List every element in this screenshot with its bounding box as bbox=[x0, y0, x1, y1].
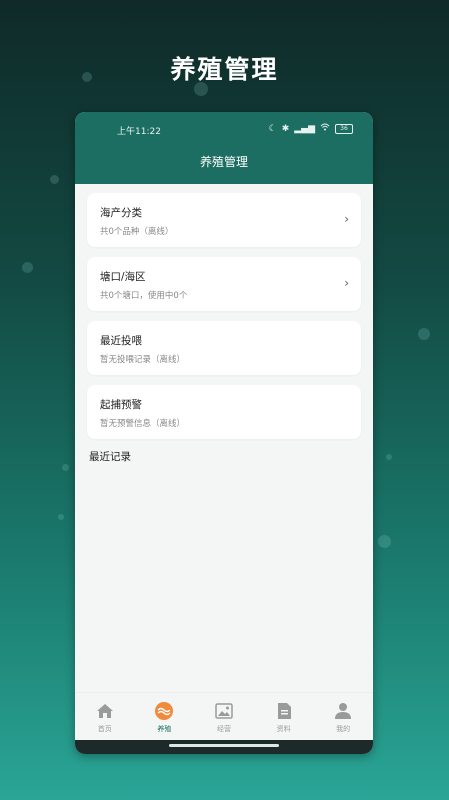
decor-bubble bbox=[22, 262, 33, 273]
page-title: 养殖管理 bbox=[199, 155, 248, 169]
card-harvest-warning[interactable]: 起捕预警 暂无预警信息（离线） bbox=[87, 385, 361, 439]
signal-icon: ▂▄▆ bbox=[294, 123, 315, 134]
tab-materials[interactable]: 资料 bbox=[254, 693, 314, 741]
card-subtitle: 共0个塘口，使用中0个 bbox=[100, 291, 188, 301]
decor-bubble bbox=[62, 464, 69, 471]
card-title: 海产分类 bbox=[100, 207, 142, 219]
document-icon bbox=[274, 701, 294, 721]
gesture-bar bbox=[75, 740, 373, 754]
bottom-tab-bar: 首页 养殖 经营 资料 我的 bbox=[75, 692, 373, 741]
image-icon bbox=[214, 701, 234, 721]
chevron-right-icon: › bbox=[344, 276, 349, 290]
card-subtitle: 共0个品种（离线） bbox=[100, 227, 174, 237]
status-bar: 上午11:22 ☾ ✱ ▂▄▆ 36 bbox=[75, 122, 373, 138]
bluetooth-icon: ✱ bbox=[281, 123, 290, 134]
card-pond-area[interactable]: 塘口/海区 共0个塘口，使用中0个 › bbox=[87, 257, 361, 311]
tab-business[interactable]: 经营 bbox=[194, 693, 254, 741]
profile-icon bbox=[333, 701, 353, 721]
decor-bubble bbox=[378, 535, 391, 548]
phone-frame: 上午11:22 ☾ ✱ ▂▄▆ 36 养殖管理 海产分类 共0个品种（离线） ›… bbox=[75, 112, 373, 754]
card-title: 起捕预警 bbox=[100, 399, 142, 411]
decor-bubble bbox=[50, 175, 59, 184]
promo-title: 养殖管理 bbox=[170, 55, 279, 84]
fish-icon bbox=[154, 701, 174, 721]
tab-label: 资料 bbox=[276, 725, 291, 733]
tab-farming[interactable]: 养殖 bbox=[135, 693, 195, 741]
tab-label: 经营 bbox=[216, 725, 231, 733]
card-recent-feeding[interactable]: 最近投喂 暂无投喂记录（离线） bbox=[87, 321, 361, 375]
tab-profile[interactable]: 我的 bbox=[313, 693, 373, 741]
card-seafood-category[interactable]: 海产分类 共0个品种（离线） › bbox=[87, 193, 361, 247]
card-subtitle: 暂无预警信息（离线） bbox=[100, 419, 186, 429]
home-icon bbox=[95, 701, 115, 721]
decor-bubble bbox=[418, 328, 430, 340]
decor-bubble bbox=[386, 454, 392, 460]
status-icons: ☾ ✱ ▂▄▆ 36 bbox=[269, 123, 353, 134]
home-indicator[interactable] bbox=[169, 744, 279, 747]
card-title: 塘口/海区 bbox=[100, 271, 146, 283]
tab-label: 我的 bbox=[336, 725, 351, 733]
app-header: 上午11:22 ☾ ✱ ▂▄▆ 36 养殖管理 bbox=[75, 112, 373, 184]
moon-icon: ☾ bbox=[268, 123, 277, 134]
recent-records-title: 最近记录 bbox=[89, 451, 131, 463]
decor-bubble bbox=[58, 514, 64, 520]
main-content: 海产分类 共0个品种（离线） › 塘口/海区 共0个塘口，使用中0个 › 最近投… bbox=[75, 184, 373, 464]
wifi-icon bbox=[320, 123, 330, 134]
battery-icon: 36 bbox=[335, 123, 353, 134]
card-subtitle: 暂无投喂记录（离线） bbox=[100, 355, 186, 365]
chevron-right-icon: › bbox=[344, 212, 349, 226]
status-time: 上午11:22 bbox=[117, 127, 161, 137]
tab-label: 首页 bbox=[97, 725, 112, 733]
tab-home[interactable]: 首页 bbox=[75, 693, 135, 741]
card-title: 最近投喂 bbox=[100, 335, 142, 347]
tab-label: 养殖 bbox=[157, 725, 172, 733]
